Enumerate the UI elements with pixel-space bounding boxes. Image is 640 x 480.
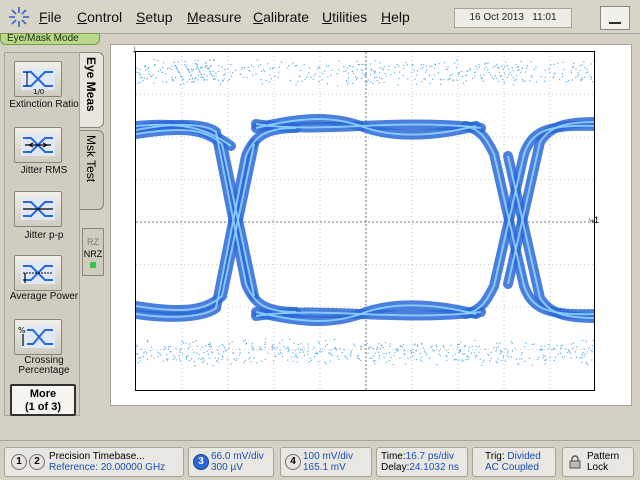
- jitter-rms-icon: [21, 134, 55, 156]
- jitter-pp-label: Jitter p-p: [24, 230, 64, 241]
- timebase-text: Precision Timebase... Reference: 20.0000…: [49, 451, 166, 473]
- tab-eye-meas[interactable]: Eye Meas: [80, 52, 104, 128]
- crossing-percentage-label: Crossing Percentage: [18, 355, 70, 376]
- pattern-lock-button[interactable]: Pattern Lock: [562, 447, 634, 477]
- minimize-button[interactable]: [600, 6, 630, 30]
- extinction-ratio-label: Extinction Ratio: [9, 99, 79, 110]
- eye-diagram-svg: [136, 52, 594, 390]
- average-power-label: Average Power: [9, 291, 79, 302]
- menu-measure[interactable]: Measure: [187, 9, 241, 25]
- horizontal-panel[interactable]: Time:16.7 ps/div Delay:24.1032 ns: [376, 447, 468, 477]
- tab-eye-meas-label: Eye Meas: [84, 57, 98, 112]
- menu-help[interactable]: Help: [381, 9, 410, 25]
- channel-4-settings: 100 mV/div 165.1 mV: [303, 451, 354, 473]
- svg-text:%: %: [18, 326, 26, 335]
- extinction-ratio-button[interactable]: 1/0: [14, 61, 62, 97]
- more-label: More: [29, 388, 57, 400]
- agilent-logo: [9, 7, 29, 27]
- eye-trace-core: [465, 125, 594, 316]
- average-power-button[interactable]: [14, 255, 62, 291]
- menu-bar: File Control Setup Measure Calibrate Uti…: [0, 0, 640, 34]
- rz-nrz-toggle[interactable]: RZ NRZ: [82, 228, 104, 276]
- status-bar: 1 2 Precision Timebase... Reference: 20.…: [0, 440, 640, 480]
- menu-utilities[interactable]: Utilities: [322, 9, 367, 25]
- channel-marker: ⤷1: [589, 215, 600, 225]
- channel-2-button[interactable]: 2: [29, 454, 45, 470]
- rz-option[interactable]: RZ: [83, 237, 103, 247]
- menu-control[interactable]: Control: [77, 9, 122, 25]
- extinction-ratio-icon: 1/0: [21, 68, 55, 96]
- eye-diagram-plot: [135, 51, 595, 391]
- menu-setup[interactable]: Setup: [136, 9, 173, 25]
- jitter-pp-button[interactable]: [14, 191, 62, 227]
- channel-3-panel[interactable]: 3 66.0 mV/div 300 µV: [188, 447, 274, 477]
- channel-3-button[interactable]: 3: [193, 454, 209, 470]
- eye-trace-core: [136, 143, 255, 312]
- date-text: 16 Oct 2013: [469, 12, 524, 23]
- measurement-panel: 1/0 Extinction Ratio Jitter RMS Jitter p…: [4, 52, 80, 416]
- crossing-percentage-button[interactable]: %: [14, 319, 62, 355]
- average-power-icon: [21, 262, 55, 284]
- crossing-percentage-icon: %: [18, 326, 55, 348]
- timebase-panel[interactable]: 1 2 Precision Timebase... Reference: 20.…: [4, 447, 184, 477]
- eye-trace-core: [465, 124, 594, 315]
- menu-calibrate[interactable]: Calibrate: [253, 9, 309, 25]
- nrz-active-indicator: [90, 262, 96, 268]
- jitter-rms-button[interactable]: [14, 127, 62, 163]
- jitter-rms-label: Jitter RMS: [20, 165, 68, 176]
- eye-trace-band: [461, 120, 594, 319]
- tab-msk-test[interactable]: Msk Test: [80, 130, 104, 210]
- lock-icon: [569, 455, 581, 469]
- channel-1-button[interactable]: 1: [11, 454, 27, 470]
- eye-trace-core: [136, 128, 255, 297]
- trigger-panel[interactable]: Trig: Divided AC Coupled: [472, 447, 556, 477]
- time-text: 11:01: [532, 12, 557, 23]
- tab-msk-test-label: Msk Test: [84, 135, 98, 183]
- jitter-pp-icon: [21, 198, 55, 220]
- menu-file[interactable]: File: [39, 9, 62, 25]
- channel-3-settings: 66.0 mV/div 300 µV: [211, 451, 264, 473]
- nrz-option[interactable]: NRZ: [83, 249, 103, 259]
- svg-text:1/0: 1/0: [33, 88, 44, 96]
- channel-4-panel[interactable]: 4 100 mV/div 165.1 mV: [280, 447, 372, 477]
- mode-tab[interactable]: Eye/Mask Mode: [0, 33, 100, 45]
- date-time-display: 16 Oct 2013 11:01: [454, 8, 572, 28]
- scope-display: ↓ ⤷1: [110, 44, 632, 406]
- more-button[interactable]: More (1 of 3): [10, 384, 76, 416]
- channel-4-button[interactable]: 4: [285, 454, 301, 470]
- more-page-label: (1 of 3): [24, 401, 62, 413]
- eye-trace-band: [461, 121, 594, 320]
